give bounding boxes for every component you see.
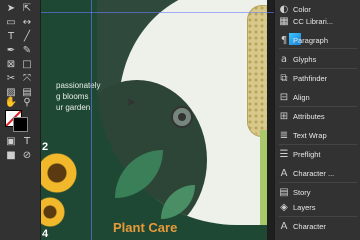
- sunflower-2: [41, 197, 65, 227]
- rectangle-frame-tool-icon[interactable]: ⊠: [4, 59, 18, 71]
- panel-character-styles-label: Character ...: [293, 168, 335, 178]
- stem: [260, 130, 267, 225]
- page-tool-icon[interactable]: ▭: [4, 17, 18, 29]
- panel-pathfinder-label: Pathfinder: [293, 73, 328, 83]
- panel-dock: ◐ Color ▦ CC Librari... ¶ Paragraph a Gl…: [274, 0, 360, 240]
- pathfinder-icon: ⧉: [280, 72, 288, 84]
- preflight-icon: ☰: [279, 148, 289, 160]
- dock-separator: [279, 48, 357, 49]
- formatting-container-icon[interactable]: ▣: [4, 136, 18, 148]
- story-icon: ▤: [279, 186, 289, 198]
- panel-pathfinder[interactable]: ⧉ Pathfinder: [275, 69, 360, 87]
- step-number-4: 4: [42, 228, 49, 240]
- step-number-2: 2: [42, 141, 49, 153]
- apply-none-icon[interactable]: ⊘: [20, 150, 34, 162]
- promo-line-1: passionately: [56, 81, 101, 90]
- panel-story-label: Story: [293, 187, 311, 197]
- panel-character[interactable]: A Character: [275, 217, 360, 235]
- scissors-tool-icon[interactable]: ✂: [4, 73, 18, 85]
- promo-line-3: ur garden: [56, 103, 91, 112]
- character-styles-icon: A: [280, 167, 288, 179]
- cc-libraries-icon: ▦: [279, 15, 289, 27]
- mouse-pointer-icon: ➤: [126, 95, 137, 109]
- panel-preflight[interactable]: ☰ Preflight: [275, 145, 360, 163]
- panel-cc-libraries-label: CC Librari...: [293, 16, 334, 26]
- guide-vertical[interactable]: [91, 0, 92, 240]
- selection-tool-icon[interactable]: ➤: [4, 3, 18, 15]
- panel-text-wrap[interactable]: ≣ Text Wrap: [275, 126, 360, 144]
- paragraph-icon: ¶: [280, 34, 288, 46]
- stroke-swatch[interactable]: [13, 117, 28, 132]
- document-page[interactable]: passionately g blooms ur garden 2 4 Plan…: [41, 0, 267, 240]
- character-icon: A: [280, 220, 288, 232]
- glyphs-icon: a: [280, 53, 288, 65]
- apply-color-icon[interactable]: ■: [4, 150, 18, 162]
- type-tool-icon[interactable]: T: [4, 31, 18, 43]
- panel-paragraph-label: Paragraph: [293, 35, 329, 45]
- page-title[interactable]: Plant Care: [113, 220, 177, 235]
- transform-tool-icon[interactable]: ⤧: [20, 73, 34, 85]
- rectangle-tool-icon[interactable]: □: [20, 59, 34, 71]
- zoom-tool-icon[interactable]: ⚲: [20, 97, 34, 109]
- panel-text-wrap-label: Text Wrap: [293, 130, 327, 140]
- align-icon: ⊟: [279, 91, 289, 103]
- panel-attributes[interactable]: ⊞ Attributes: [275, 107, 360, 125]
- pen-tool-icon[interactable]: ✒: [4, 45, 18, 57]
- gap-tool-icon[interactable]: ↔: [20, 17, 34, 29]
- guide-horizontal[interactable]: [41, 12, 274, 13]
- panel-align-label: Align: [293, 92, 310, 102]
- sunflower-1: [41, 153, 77, 193]
- pencil-tool-icon[interactable]: ✎: [20, 45, 34, 57]
- document-canvas[interactable]: passionately g blooms ur garden 2 4 Plan…: [41, 0, 274, 240]
- line-tool-icon[interactable]: ╱: [20, 31, 34, 43]
- panel-attributes-label: Attributes: [293, 111, 325, 121]
- direct-selection-tool-icon[interactable]: ⇱: [20, 3, 34, 15]
- layers-icon: ◈: [280, 201, 288, 213]
- panel-preflight-label: Preflight: [293, 149, 321, 159]
- text-wrap-icon: ≣: [279, 129, 289, 141]
- tools-panel: ➤ ⇱ ▭ ↔ T ╱ ✒ ✎ ⊠ □ ✂ ⤧ ▨ ▤ ✋ ⚲ ▣ T ■ ⊘: [0, 0, 41, 240]
- panel-character-label: Character: [293, 221, 326, 231]
- panel-glyphs-label: Glyphs: [293, 54, 317, 64]
- panel-paragraph[interactable]: ¶ Paragraph: [275, 31, 360, 49]
- hand-tool-icon[interactable]: ✋: [4, 97, 18, 109]
- formatting-text-icon[interactable]: T: [20, 136, 34, 148]
- panel-cc-libraries[interactable]: ▦ CC Librari...: [275, 12, 360, 30]
- panel-glyphs[interactable]: a Glyphs: [275, 50, 360, 68]
- promo-line-2: g blooms: [56, 92, 89, 101]
- panel-layers[interactable]: ◈ Layers: [275, 198, 360, 216]
- attributes-icon: ⊞: [279, 110, 289, 122]
- sunflower-image[interactable]: [41, 145, 79, 227]
- cursor-dot: [178, 113, 186, 121]
- promo-text-frame[interactable]: passionately g blooms ur garden: [56, 80, 116, 113]
- spadix-texture: [247, 5, 267, 135]
- panel-align[interactable]: ⊟ Align: [275, 88, 360, 106]
- panel-layers-label: Layers: [293, 202, 316, 212]
- panel-character-styles[interactable]: A Character ...: [275, 164, 360, 182]
